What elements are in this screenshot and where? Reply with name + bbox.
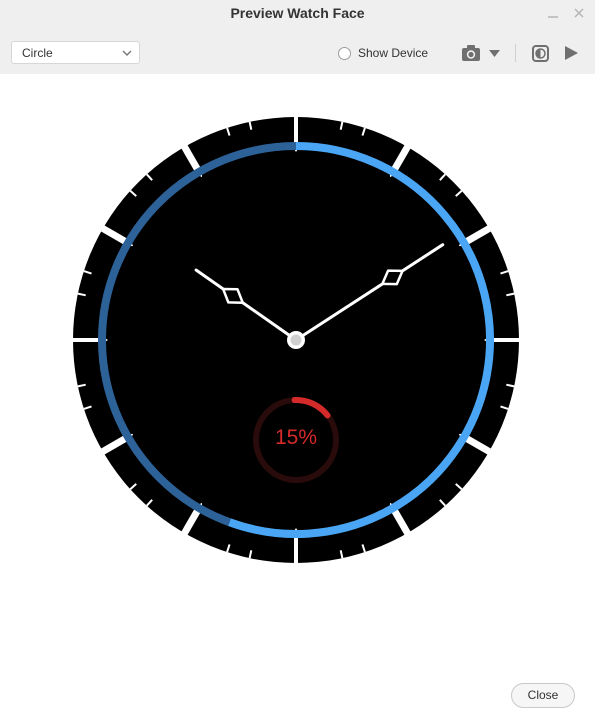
minimize-icon[interactable] [546,6,560,20]
camera-icon[interactable] [461,44,481,62]
ambient-mode-icon[interactable] [532,45,549,62]
title-bar: Preview Watch Face [0,0,595,30]
watch-face [71,114,521,566]
close-icon[interactable] [572,6,586,20]
battery-percent-label: 15% [274,426,318,449]
show-device-radio[interactable] [338,47,351,60]
shape-select-value: Circle [22,46,53,60]
close-button[interactable]: Close [511,683,575,708]
toolbar-divider [515,44,516,62]
toolbar: Circle Show Device [0,30,595,74]
show-device-label[interactable]: Show Device [358,46,428,60]
chevron-down-icon [122,50,132,56]
center-cap-inner [290,334,302,346]
caret-down-icon[interactable] [489,49,500,58]
play-icon[interactable] [564,45,579,61]
shape-select[interactable]: Circle [11,41,140,64]
window-title: Preview Watch Face [230,5,365,21]
